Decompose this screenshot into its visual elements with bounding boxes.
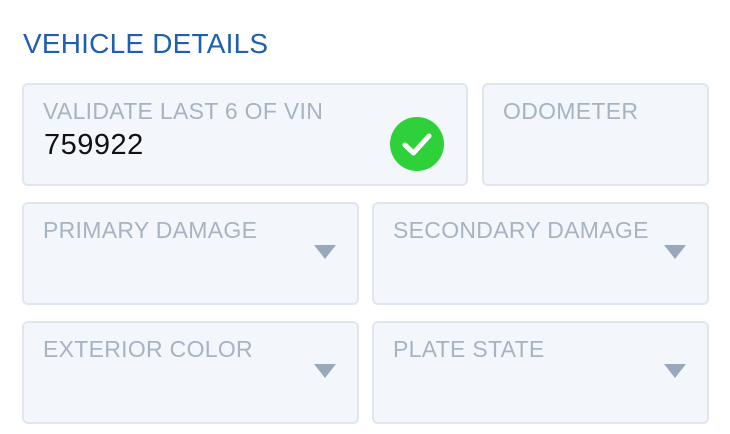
vin-validation-field[interactable]: VALIDATE LAST 6 OF VIN <box>22 83 468 186</box>
odometer-input[interactable] <box>504 128 684 162</box>
plate-state-label: PLATE STATE <box>393 336 545 362</box>
exterior-color-label: EXTERIOR COLOR <box>43 336 253 362</box>
caret-down-icon <box>664 245 686 259</box>
odometer-field[interactable]: ODOMETER <box>482 83 709 186</box>
caret-down-icon <box>664 364 686 378</box>
odometer-label: ODOMETER <box>503 98 639 124</box>
secondary-damage-label: SECONDARY DAMAGE <box>393 217 649 243</box>
exterior-color-select[interactable]: EXTERIOR COLOR <box>22 321 359 424</box>
vin-validation-input[interactable] <box>44 128 344 162</box>
vin-validation-label: VALIDATE LAST 6 OF VIN <box>43 98 324 124</box>
vehicle-details-form: VEHICLE DETAILS VALIDATE LAST 6 OF VIN O… <box>0 0 730 434</box>
caret-down-icon <box>314 364 336 378</box>
primary-damage-label: PRIMARY DAMAGE <box>43 217 258 243</box>
secondary-damage-select[interactable]: SECONDARY DAMAGE <box>372 202 709 305</box>
plate-state-select[interactable]: PLATE STATE <box>372 321 709 424</box>
caret-down-icon <box>314 245 336 259</box>
primary-damage-select[interactable]: PRIMARY DAMAGE <box>22 202 359 305</box>
check-circle-icon <box>390 117 444 171</box>
section-title: VEHICLE DETAILS <box>23 28 269 59</box>
